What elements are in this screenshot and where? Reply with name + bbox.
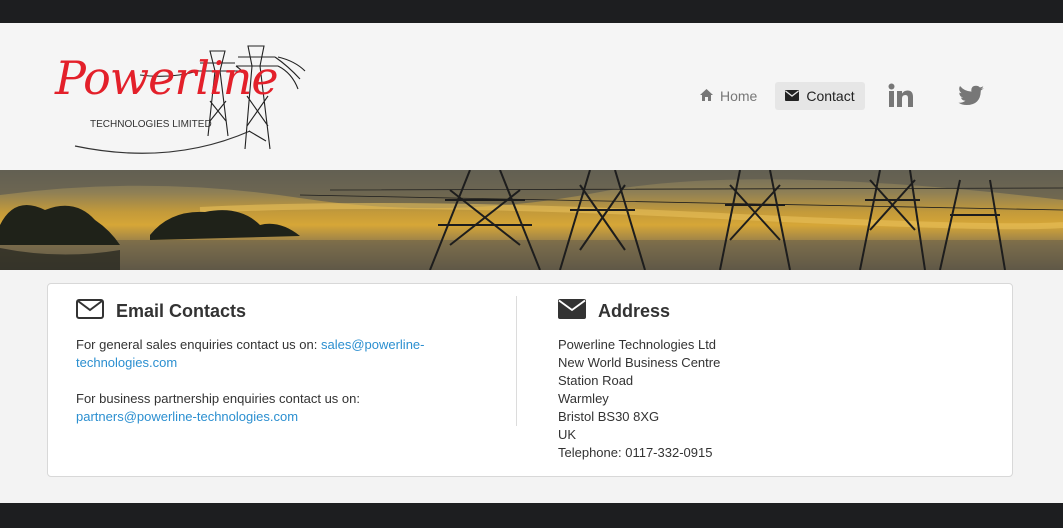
partners-email-link[interactable]: partners@powerline-technologies.com xyxy=(76,409,298,424)
logo-subtitle: TECHNOLOGIES LIMITED xyxy=(90,119,212,130)
address-section: Address Powerline Technologies Ltd New W… xyxy=(558,296,978,462)
site-logo[interactable]: Powerline TECHNOLOGIES LIMITED xyxy=(50,41,310,159)
partners-paragraph: For business partnership enquiries conta… xyxy=(76,390,516,426)
address-block: Powerline Technologies Ltd New World Bus… xyxy=(558,336,978,462)
nav-home[interactable]: Home xyxy=(690,82,767,110)
contact-card: Email Contacts For general sales enquiri… xyxy=(47,283,1013,477)
telephone-line: Telephone: 0117-332-0915 xyxy=(558,445,713,460)
address-line: New World Business Centre xyxy=(558,355,721,370)
email-contacts-heading: Email Contacts xyxy=(116,300,247,321)
sales-text: For general sales enquiries contact us o… xyxy=(76,337,321,352)
nav-contact[interactable]: Contact xyxy=(775,82,865,110)
address-line: UK xyxy=(558,427,577,442)
column-divider xyxy=(516,296,517,426)
main-nav: Home Contact xyxy=(690,82,865,110)
email-contacts-section: Email Contacts For general sales enquiri… xyxy=(76,296,516,426)
footer-bar xyxy=(0,503,1063,528)
site-header: Powerline TECHNOLOGIES LIMITED Home Cont… xyxy=(0,23,1063,170)
partners-text: For business partnership enquiries conta… xyxy=(76,391,360,406)
nav-contact-label: Contact xyxy=(806,88,855,104)
pylon-sunset-image xyxy=(0,170,1063,270)
envelope-outline-icon xyxy=(76,298,104,324)
twitter-icon[interactable] xyxy=(956,80,988,112)
home-icon xyxy=(700,88,713,104)
logo-title: Powerline xyxy=(55,51,279,105)
top-bar xyxy=(0,0,1063,23)
address-line: Powerline Technologies Ltd xyxy=(558,337,717,352)
linkedin-icon[interactable] xyxy=(885,80,917,112)
hero-banner xyxy=(0,170,1063,270)
envelope-icon xyxy=(785,88,800,104)
address-line: Bristol BS30 8XG xyxy=(558,409,660,424)
address-heading: Address xyxy=(598,300,671,321)
address-line: Warmley xyxy=(558,391,609,406)
address-line: Station Road xyxy=(558,373,634,388)
sales-paragraph: For general sales enquiries contact us o… xyxy=(76,336,516,372)
envelope-icon xyxy=(558,298,586,324)
nav-home-label: Home xyxy=(720,88,758,104)
